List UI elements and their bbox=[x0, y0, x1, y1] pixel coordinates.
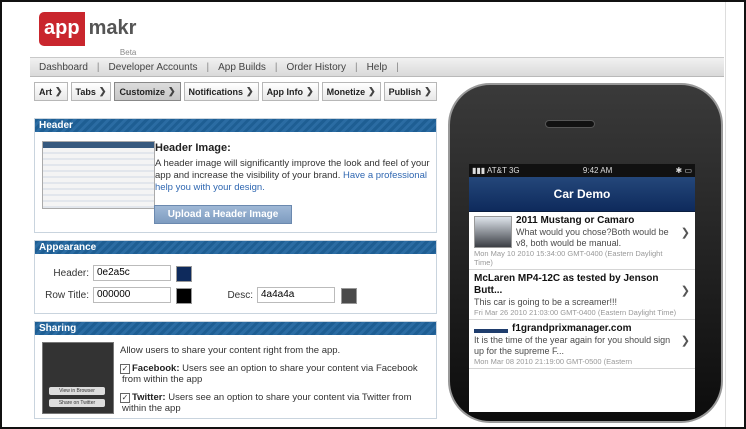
app-title-bar: Car Demo bbox=[469, 177, 695, 212]
nav-separator: | bbox=[396, 61, 399, 73]
step-app-info[interactable]: App Info ❯ bbox=[261, 82, 319, 101]
step-label: Customize bbox=[119, 86, 165, 97]
desc-color-swatch[interactable] bbox=[341, 288, 357, 304]
twitter-checkbox[interactable]: ✓ bbox=[120, 393, 130, 403]
logo-app-text: app bbox=[39, 12, 85, 46]
right-margin bbox=[725, 2, 744, 427]
appearance-section: Appearance Header: Row Title: Desc: bbox=[34, 240, 437, 314]
facebook-option: ✓ Facebook: Users see an option to share… bbox=[120, 363, 422, 385]
site-logo-thumbnail bbox=[474, 329, 508, 333]
chevron-right-icon: ❯ bbox=[680, 227, 690, 239]
signal-icon: ▮▮▮ bbox=[472, 166, 486, 175]
chevron-right-icon: ❯ bbox=[55, 86, 63, 96]
top-nav: Dashboard | Developer Accounts | App Bui… bbox=[30, 57, 724, 77]
nav-developer-accounts[interactable]: Developer Accounts bbox=[100, 62, 207, 73]
desc-color-label: Desc: bbox=[227, 290, 253, 301]
logo-makr: makr bbox=[88, 17, 137, 39]
item-snippet: This car is going to be a screamer!!! bbox=[474, 297, 618, 307]
header-color-input[interactable] bbox=[93, 265, 171, 281]
app-window: app makr Beta Dashboard | Developer Acco… bbox=[0, 0, 746, 429]
upload-header-image-button[interactable]: Upload a Header Image bbox=[154, 205, 292, 224]
step-label: App Info bbox=[266, 86, 304, 97]
step-publish[interactable]: Publish ❯ bbox=[383, 82, 437, 101]
chevron-right-icon: ❯ bbox=[306, 86, 314, 96]
thumb-view-in-browser: View in Browser bbox=[49, 387, 105, 395]
step-label: Art bbox=[39, 86, 52, 97]
network-type: 3G bbox=[508, 166, 520, 175]
twitter-option: ✓ Twitter: Users see an option to share … bbox=[120, 392, 422, 414]
appmakr-logo[interactable]: app makr Beta bbox=[39, 12, 141, 57]
appearance-section-title: Appearance bbox=[35, 241, 436, 254]
step-label: Notifications bbox=[188, 86, 244, 97]
step-notifications[interactable]: Notifications ❯ bbox=[183, 82, 259, 101]
step-monetize[interactable]: Monetize ❯ bbox=[321, 82, 381, 101]
phone-time: 9:42 AM bbox=[582, 166, 613, 175]
logo-makr-text: makr Beta bbox=[85, 12, 141, 57]
item-date: Mon May 10 2010 15:34:00 GMT-0400 (Easte… bbox=[474, 249, 663, 267]
twitter-label: Twitter: bbox=[132, 392, 166, 403]
list-item[interactable]: f1grandprixmanager.com It is the time of… bbox=[469, 320, 695, 369]
chevron-right-icon: ❯ bbox=[368, 86, 376, 96]
row-title-color-swatch[interactable] bbox=[176, 288, 192, 304]
nav-order-history[interactable]: Order History bbox=[278, 62, 355, 73]
sharing-section: Sharing View in Browser Share on Twitter… bbox=[34, 321, 437, 419]
chevron-right-icon: ❯ bbox=[424, 86, 432, 96]
step-customize[interactable]: Customize ❯ bbox=[114, 82, 181, 101]
phone-screen: ▮▮▮ AT&T 3G 9:42 AM ✱ ▭ Car Demo 2011 Mu… bbox=[469, 164, 695, 412]
facebook-label: Facebook: bbox=[132, 363, 180, 374]
step-label: Publish bbox=[388, 86, 422, 97]
thumb-share-on-twitter: Share on Twitter bbox=[49, 399, 105, 407]
sharing-preview-image: View in Browser Share on Twitter bbox=[42, 342, 114, 414]
sharing-section-title: Sharing bbox=[35, 322, 436, 335]
nav-help[interactable]: Help bbox=[358, 62, 397, 73]
battery-icon: ✱ ▭ bbox=[675, 166, 692, 175]
nav-dashboard[interactable]: Dashboard bbox=[30, 62, 97, 73]
nav-app-builds[interactable]: App Builds bbox=[209, 62, 275, 73]
step-label: Monetize bbox=[326, 86, 366, 97]
carrier-status: ▮▮▮ AT&T 3G bbox=[472, 166, 520, 175]
facebook-checkbox[interactable]: ✓ bbox=[120, 364, 130, 374]
item-snippet: It is the time of the year again for you… bbox=[474, 335, 671, 356]
header-section: Header Header Image: A header image will… bbox=[34, 118, 437, 233]
chevron-right-icon: ❯ bbox=[246, 86, 254, 96]
carrier-name: AT&T bbox=[487, 166, 507, 175]
header-image-title: Header Image: bbox=[155, 142, 231, 154]
phone-status-bar: ▮▮▮ AT&T 3G 9:42 AM ✱ ▭ bbox=[469, 164, 695, 177]
phone-speaker bbox=[545, 120, 595, 128]
chevron-right-icon: ❯ bbox=[98, 86, 107, 96]
step-tabs-tab[interactable]: Tabs ❯ bbox=[70, 82, 112, 101]
list-item[interactable]: 2011 Mustang or Camaro What would you ch… bbox=[469, 212, 695, 270]
twitter-desc: Users see an option to share your conten… bbox=[122, 392, 412, 414]
chevron-right-icon: ❯ bbox=[167, 86, 176, 96]
car-thumbnail bbox=[474, 216, 512, 248]
chevron-right-icon: ❯ bbox=[680, 285, 690, 297]
row-title-color-label: Row Title: bbox=[45, 290, 89, 301]
item-date: Mon Mar 08 2010 21:19:00 GMT-0500 (Easte… bbox=[474, 357, 633, 366]
step-label: Tabs bbox=[75, 86, 96, 97]
chevron-right-icon: ❯ bbox=[680, 335, 690, 347]
step-art[interactable]: Art ❯ bbox=[34, 82, 68, 101]
header-color-swatch[interactable] bbox=[176, 266, 192, 282]
header-color-label: Header: bbox=[53, 268, 89, 279]
sharing-intro: Allow users to share your content right … bbox=[120, 345, 341, 356]
step-tabs: Art ❯ Tabs ❯ Customize ❯ Notifications ❯ App… bbox=[34, 82, 437, 101]
item-date: Fri Mar 26 2010 21:03:00 GMT-0400 (Easte… bbox=[474, 308, 677, 317]
row-title-color-input[interactable] bbox=[93, 287, 171, 303]
header-image-description: A header image will significantly improv… bbox=[155, 158, 433, 194]
list-item[interactable]: McLaren MP4-12C as tested by Jenson Butt… bbox=[469, 270, 695, 320]
twitter-option-text: Twitter: Users see an option to share yo… bbox=[122, 392, 412, 414]
header-section-title: Header bbox=[35, 119, 436, 132]
header-image-preview bbox=[42, 141, 155, 209]
facebook-option-text: Facebook: Users see an option to share y… bbox=[122, 363, 418, 385]
desc-color-input[interactable] bbox=[257, 287, 335, 303]
item-title: McLaren MP4-12C as tested by Jenson Butt… bbox=[474, 273, 659, 296]
